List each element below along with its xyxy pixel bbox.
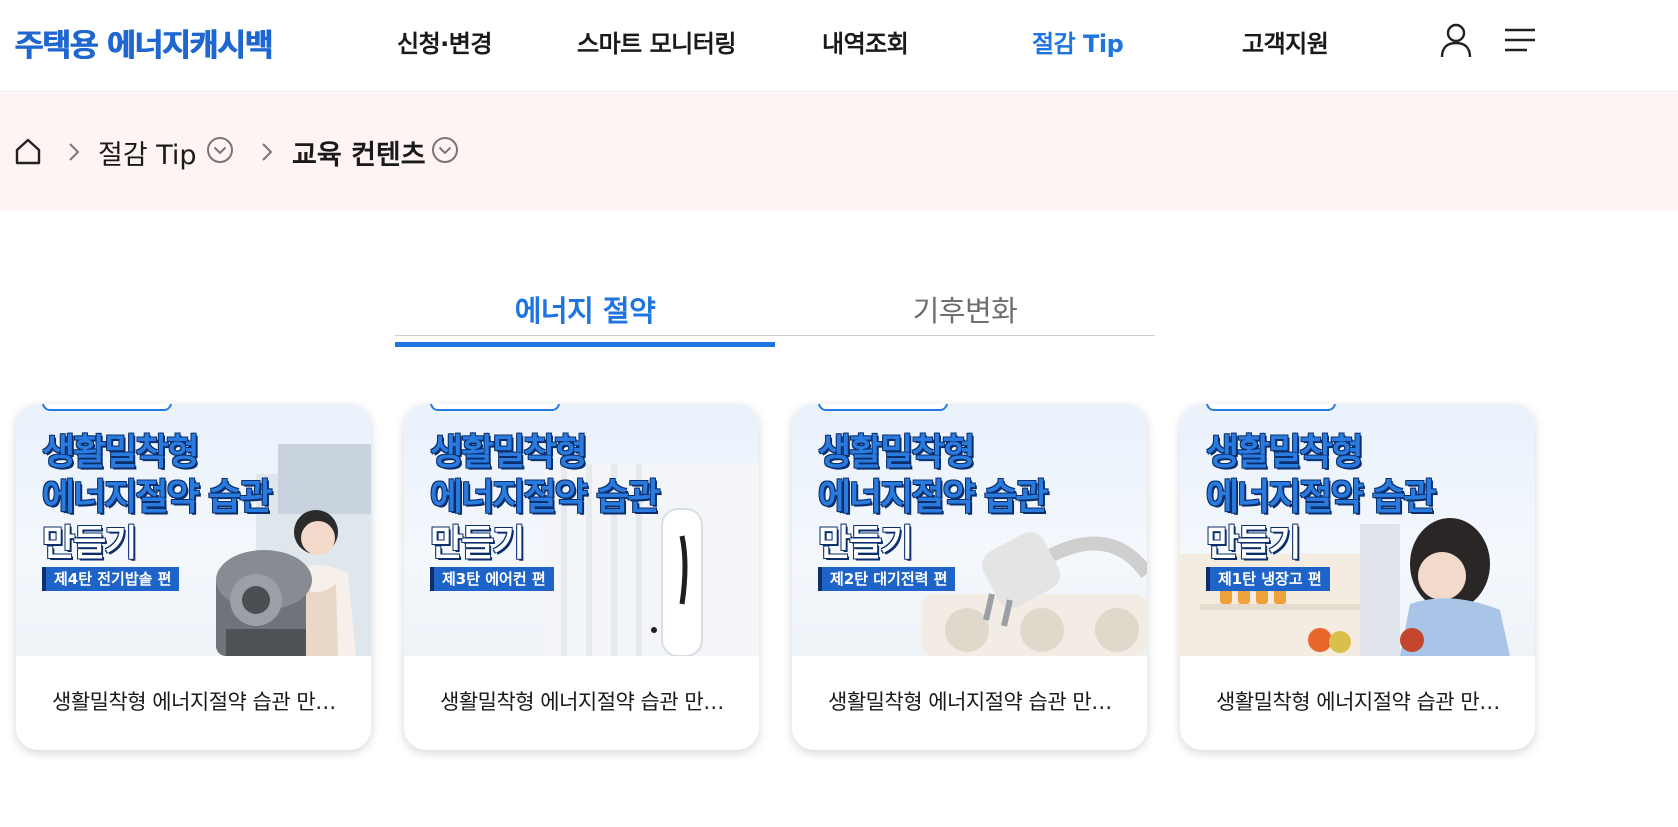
thumbnail-title: 에너지절약 습관	[818, 477, 1048, 518]
card-caption[interactable]: 생활밀착형 에너지절약 습관 만들기 제4탄 전기밥솥 편	[52, 686, 342, 716]
tab-label: 에너지 절약	[514, 294, 656, 328]
card-thumbnail: 생활밀착형 에너지절약 습관 만들기 제2탄 대기전력 편	[792, 404, 1147, 656]
card-caption[interactable]: 생활밀착형 에너지절약 습관 만들기 제1탄 냉장고 편	[1216, 686, 1506, 716]
episode-badge: 제2탄 대기전력 편	[818, 567, 956, 591]
content-card[interactable]: 생활밀착형 에너지절약 습관 만들기 제1탄 냉장고 편 생활밀착형 에너지절약…	[1180, 404, 1535, 750]
episode-badge: 제4탄 전기밥솥 편	[42, 567, 180, 591]
nav-item-apply[interactable]: 신청·변경	[397, 24, 492, 59]
tab-energy-saving[interactable]: 에너지 절약	[395, 288, 775, 347]
content-card[interactable]: 생활밀착형 에너지절약 습관 만들기 제2탄 대기전력 편 생활밀착형 에너지절…	[792, 404, 1147, 750]
circle-chevron-down-icon[interactable]	[206, 136, 234, 164]
site-header: 주택용 에너지캐시백 신청·변경 스마트 모니터링 내역조회 절감 Tip 고객…	[0, 0, 1678, 92]
thumbnail-label-pill	[42, 404, 172, 411]
hamburger-menu-icon[interactable]	[1503, 24, 1537, 56]
nav-item-support[interactable]: 고객지원	[1242, 24, 1329, 59]
episode-badge: 제3탄 에어컨 편	[430, 567, 554, 591]
nav-item-history[interactable]: 내역조회	[822, 24, 909, 59]
content-tabs: 에너지 절약 기후변화	[395, 288, 1155, 348]
site-logo[interactable]: 주택용 에너지캐시백	[15, 20, 273, 65]
tab-climate-change[interactable]: 기후변화	[775, 288, 1155, 347]
user-icon[interactable]	[1438, 22, 1474, 58]
chevron-right-icon	[69, 143, 80, 161]
thumbnail-label-pill	[818, 404, 948, 411]
content-card[interactable]: 생활밀착형 에너지절약 습관 만들기 제4탄 전기밥솥 편 생활밀착형 에너지절…	[16, 404, 371, 750]
breadcrumb-saving-tip[interactable]: 절감 Tip	[98, 133, 197, 172]
nav-item-saving-tip[interactable]: 절감 Tip	[1032, 24, 1124, 59]
chevron-right-icon	[262, 143, 273, 161]
active-tab-underline	[395, 342, 775, 347]
card-thumbnail: 생활밀착형 에너지절약 습관 만들기 제3탄 에어컨 편	[404, 404, 759, 656]
thumbnail-title: 만들기	[42, 523, 137, 564]
thumbnail-title: 에너지절약 습관	[1206, 477, 1436, 518]
thumbnail-title: 만들기	[818, 523, 913, 564]
circle-chevron-down-icon[interactable]	[431, 136, 459, 164]
content-card[interactable]: 생활밀착형 에너지절약 습관 만들기 제3탄 에어컨 편 생활밀착형 에너지절약…	[404, 404, 759, 750]
nav-item-smart-monitoring[interactable]: 스마트 모니터링	[577, 24, 736, 59]
tab-label: 기후변화	[912, 294, 1018, 328]
thumbnail-title: 에너지절약 습관	[430, 477, 660, 518]
card-caption[interactable]: 생활밀착형 에너지절약 습관 만들기 제2탄 대기전력 편	[828, 686, 1118, 716]
episode-badge: 제1탄 냉장고 편	[1206, 567, 1330, 591]
card-thumbnail: 생활밀착형 에너지절약 습관 만들기 제1탄 냉장고 편	[1180, 404, 1535, 656]
breadcrumb: 절감 Tip 교육 컨텐츠	[0, 93, 1678, 210]
thumbnail-label-pill	[430, 404, 560, 411]
card-caption[interactable]: 생활밀착형 에너지절약 습관 만들기 제3탄 에어컨 편	[440, 686, 730, 716]
thumbnail-title: 만들기	[1206, 523, 1301, 564]
thumbnail-label-pill	[1206, 404, 1336, 411]
card-thumbnail: 생활밀착형 에너지절약 습관 만들기 제4탄 전기밥솥 편	[16, 404, 371, 656]
thumbnail-title: 만들기	[430, 523, 525, 564]
thumbnail-title: 에너지절약 습관	[42, 477, 272, 518]
home-icon[interactable]	[14, 137, 42, 165]
breadcrumb-edu-content[interactable]: 교육 컨텐츠	[292, 133, 426, 172]
